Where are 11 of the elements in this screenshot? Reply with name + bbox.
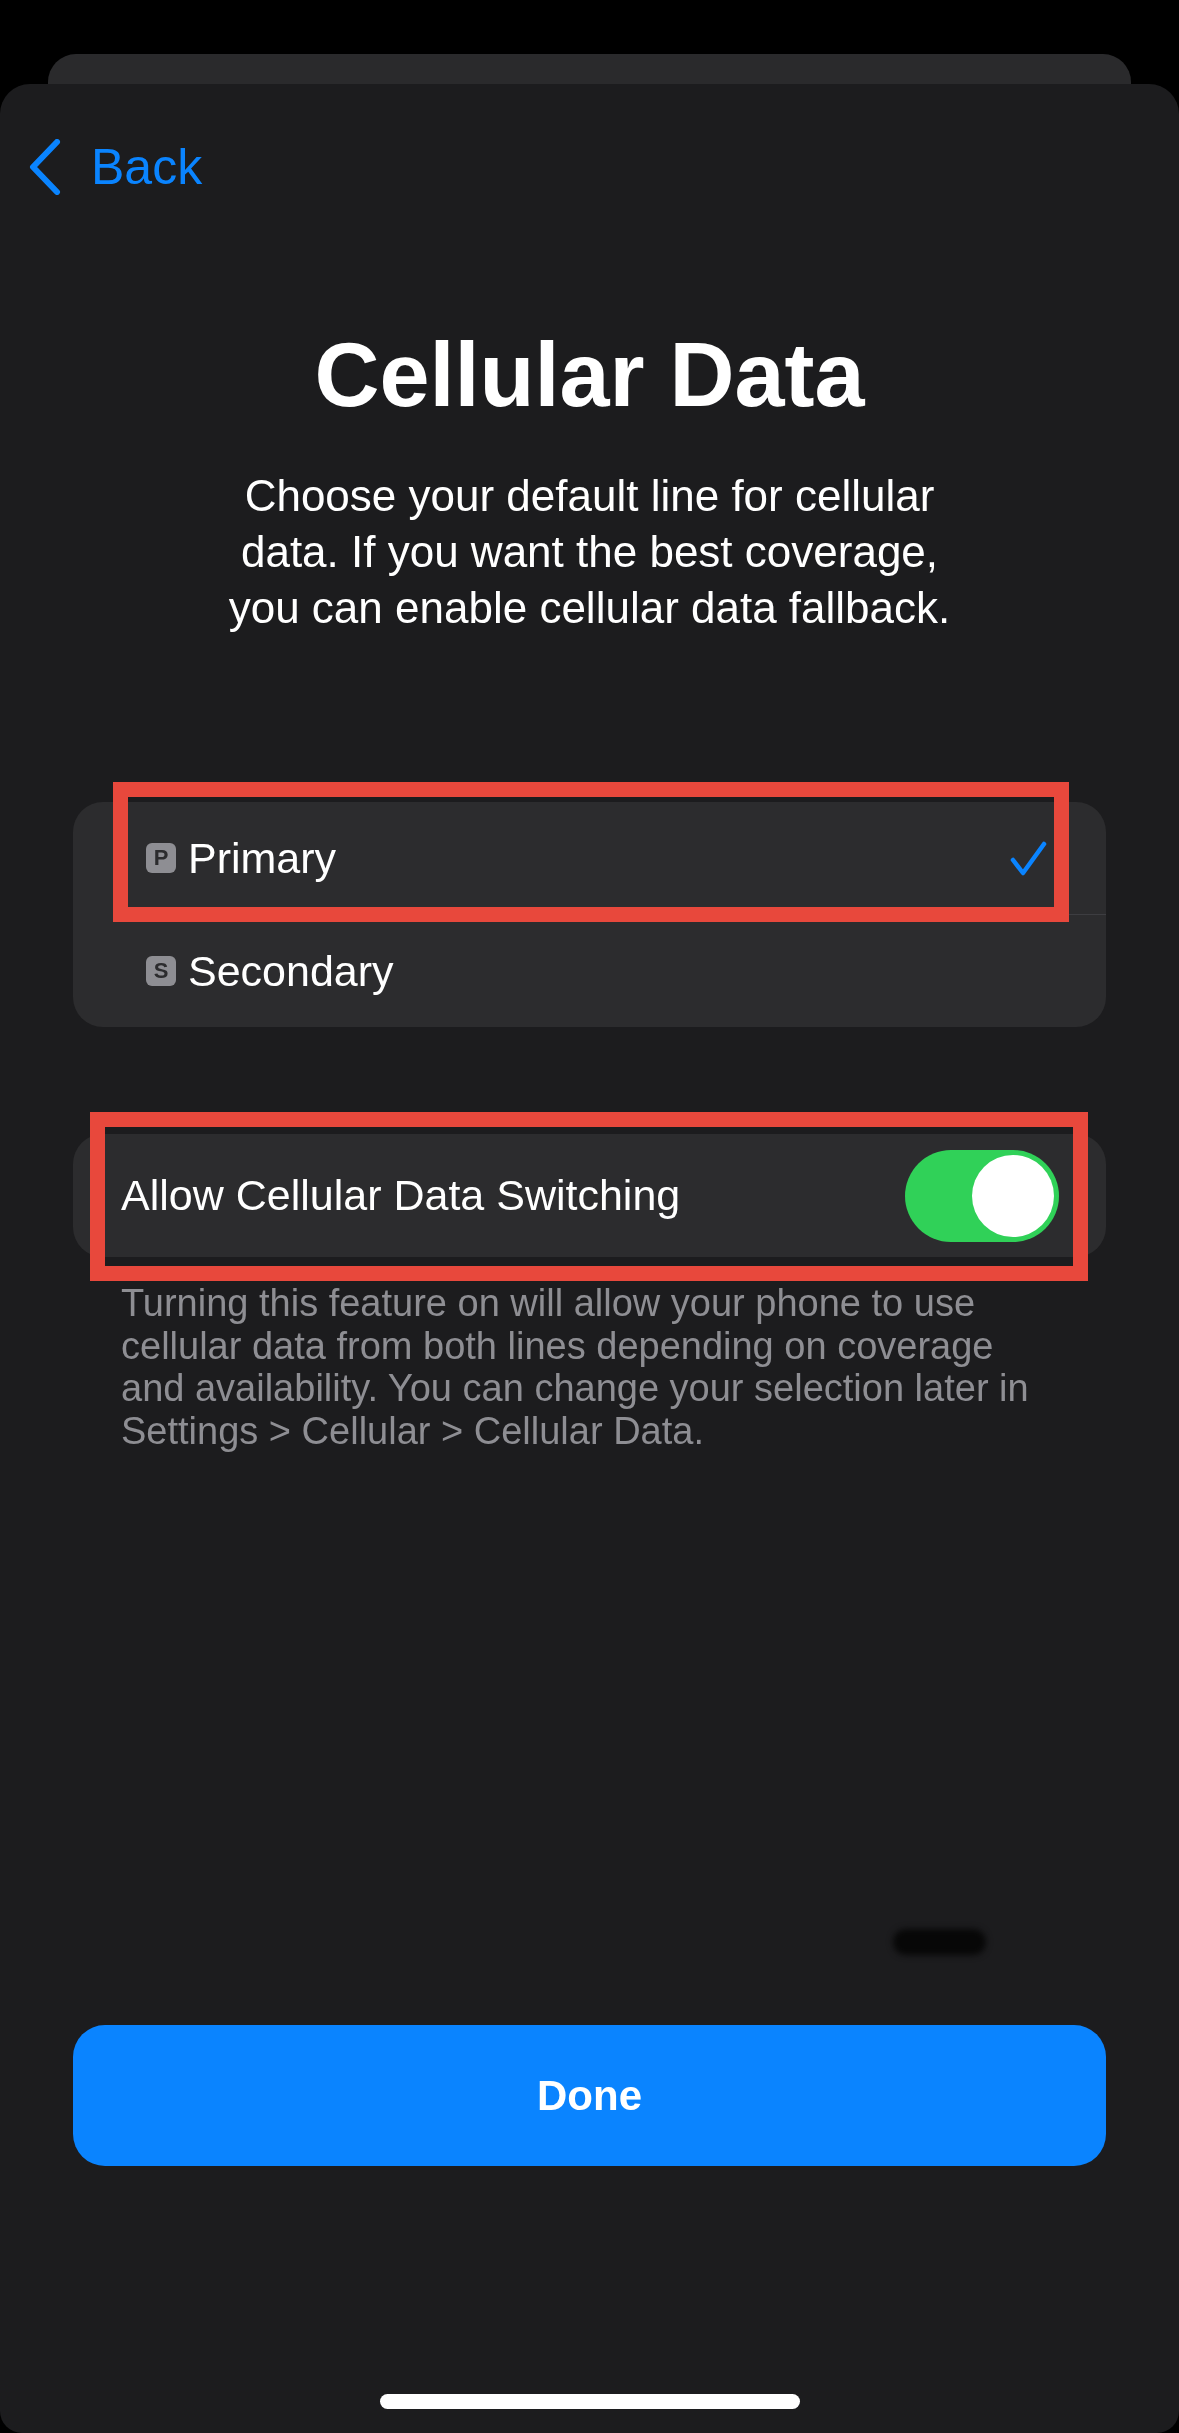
- setting-label: Allow Cellular Data Switching: [121, 1171, 682, 1220]
- line-badge: P: [146, 843, 176, 873]
- done-button[interactable]: Done: [73, 2025, 1106, 2166]
- setting-description: Turning this feature on will allow your phone to use cellular data from both lines depending on coverage and availability. You can change your selection later in Settings > Cellular > Cellular Data.: [120, 1282, 1030, 1452]
- back-button[interactable]: Back: [29, 137, 203, 197]
- line-badge: S: [146, 956, 176, 986]
- chevron-left-icon: [29, 139, 61, 195]
- page-description: Choose your default line for cellular data. If you want the best coverage, you can enable cellular data fallback.: [227, 470, 952, 634]
- line-option[interactable]: P Primary: [73, 802, 1106, 914]
- line-option[interactable]: S Secondary: [73, 915, 1106, 1027]
- page-title: Cellular Data: [313, 325, 866, 425]
